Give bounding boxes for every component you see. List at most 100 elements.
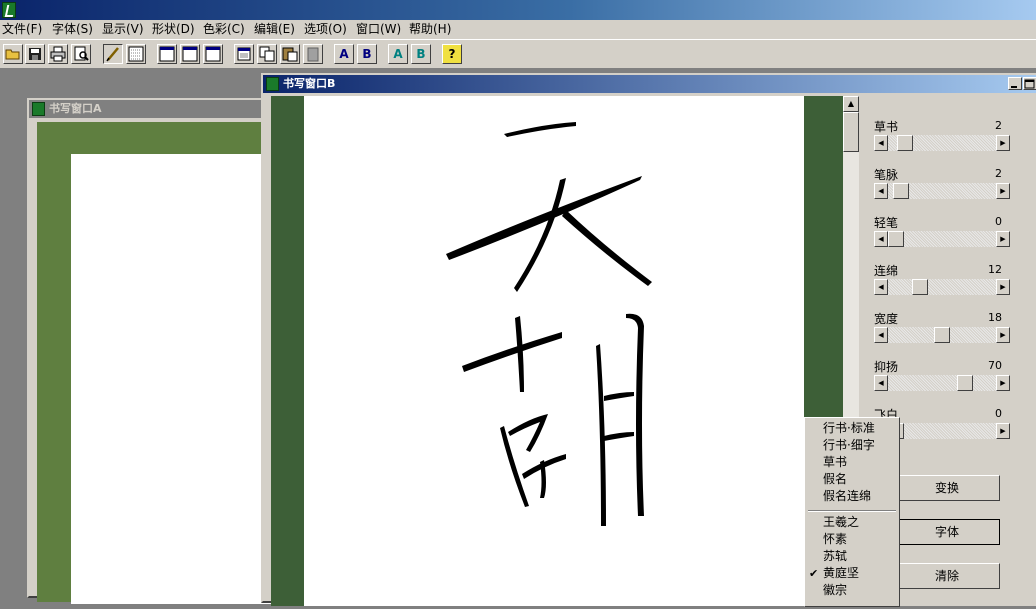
copy-icon	[259, 46, 275, 62]
font-a-button[interactable]: A	[334, 44, 354, 64]
menu-item-su-shi[interactable]: 苏轼	[823, 548, 847, 565]
slider-track[interactable]: ◀▶	[874, 327, 1010, 343]
slider-left-button[interactable]: ◀	[874, 279, 888, 295]
slider-right-button[interactable]: ▶	[996, 423, 1010, 439]
window-3-button[interactable]	[203, 44, 223, 64]
help-icon: ?	[443, 45, 461, 63]
slider-thumb[interactable]	[934, 327, 950, 343]
menu-item-xingshu-standard[interactable]: 行书·标准	[823, 420, 875, 437]
print-button[interactable]	[48, 44, 68, 64]
slider-thumb[interactable]	[888, 231, 904, 247]
delete-icon	[307, 47, 319, 62]
menu-font[interactable]: 字体(S)	[52, 22, 93, 37]
window-1-button[interactable]	[157, 44, 177, 64]
window-2-button[interactable]	[180, 44, 200, 64]
paste-icon	[282, 47, 298, 62]
delete-button[interactable]	[303, 44, 323, 64]
window-3-icon	[205, 46, 221, 62]
menu-view[interactable]: 显示(V)	[102, 22, 144, 37]
slider-right-button[interactable]: ▶	[996, 135, 1010, 151]
menu-window[interactable]: 窗口(W)	[356, 22, 401, 37]
clear-button[interactable]: 清除	[894, 563, 1000, 589]
app-icon[interactable]	[2, 2, 16, 18]
font-b-button[interactable]: B	[357, 44, 377, 64]
slider-value: 0	[995, 215, 1002, 228]
menu-item-huizong[interactable]: 徽宗	[823, 582, 847, 599]
pen-button[interactable]	[103, 44, 123, 64]
slider-track[interactable]: ◀▶	[874, 183, 1010, 199]
slider-value: 18	[988, 311, 1002, 324]
color-a-button[interactable]: A	[388, 44, 408, 64]
menu-item-kana[interactable]: 假名	[823, 471, 847, 488]
slider-left-button[interactable]: ◀	[874, 183, 888, 199]
slider-right-button[interactable]: ▶	[996, 375, 1010, 391]
slider-right-button[interactable]: ▶	[996, 231, 1010, 247]
grid-button[interactable]	[126, 44, 146, 64]
slider-label: 抑扬	[874, 360, 899, 374]
slider-track[interactable]: ◀▶	[874, 279, 1010, 295]
slider-right-button[interactable]: ▶	[996, 183, 1010, 199]
menu-file[interactable]: 文件(F)	[2, 22, 42, 37]
window-b-title-bar[interactable]: 书写窗口B	[263, 75, 1036, 93]
slider-thumb[interactable]	[957, 375, 973, 391]
toolbar: A B A B ?	[0, 39, 1036, 69]
slider-label: 宽度	[874, 312, 899, 326]
menu-item-caoshu[interactable]: 草书	[823, 454, 847, 471]
stroke-chao-9	[604, 392, 634, 401]
menu-help[interactable]: 帮助(H)	[409, 22, 451, 37]
slider-track[interactable]: ◀▶	[874, 375, 1010, 391]
print-icon	[50, 46, 66, 62]
save-button[interactable]	[25, 44, 45, 64]
slider-left-button[interactable]: ◀	[874, 135, 888, 151]
slider-left-button[interactable]: ◀	[874, 327, 888, 343]
window-a-title-bar[interactable]: 书写窗口A	[29, 100, 265, 118]
slider-thumb[interactable]	[912, 279, 928, 295]
maximize-button[interactable]	[1023, 77, 1036, 90]
copy-button[interactable]	[257, 44, 277, 64]
window-b[interactable]: 书写窗口B ▲ 草书 2 ◀ ▶ 笔脉 2 ◀ ▶ 轻笔 0 ◀ ▶ 连绵 12…	[261, 73, 1036, 606]
stroke-chao-7	[596, 344, 606, 526]
menu-item-wang-xizhi[interactable]: 王羲之	[823, 514, 859, 531]
slider-track[interactable]: ◀▶	[874, 231, 1010, 247]
font-a-icon: A	[339, 47, 349, 61]
window-a-paper[interactable]	[71, 154, 271, 604]
menu-item-huang-tingjian[interactable]: 黄庭坚	[823, 565, 859, 582]
transform-button[interactable]: 变换	[894, 475, 1000, 501]
slider-thumb[interactable]	[893, 183, 909, 199]
slider-thumb[interactable]	[897, 135, 913, 151]
paste-button[interactable]	[280, 44, 300, 64]
menu-bar: 文件(F) 字体(S) 显示(V) 形状(D) 色彩(C) 编辑(E) 选项(O…	[0, 20, 1036, 39]
stroke-chao-10	[604, 432, 634, 441]
window-b-paper[interactable]	[304, 96, 804, 606]
menu-item-kana-cursive[interactable]: 假名连绵	[823, 488, 871, 505]
font-button[interactable]: 字体	[894, 519, 1000, 545]
menu-item-huaisu[interactable]: 怀素	[823, 531, 847, 548]
print-preview-button[interactable]	[71, 44, 91, 64]
scroll-up-button[interactable]: ▲	[843, 96, 859, 112]
slider-left-button[interactable]: ◀	[874, 231, 888, 247]
scroll-thumb[interactable]	[843, 112, 859, 152]
color-b-button[interactable]: B	[411, 44, 431, 64]
window-1-icon	[159, 46, 175, 62]
menu-color[interactable]: 色彩(C)	[203, 22, 245, 37]
window-a[interactable]: 书写窗口A	[27, 98, 271, 604]
menu-edit[interactable]: 编辑(E)	[254, 22, 295, 37]
menu-options[interactable]: 选项(O)	[304, 22, 347, 37]
menu-shape[interactable]: 形状(D)	[152, 22, 195, 37]
font-b-icon: B	[362, 47, 372, 61]
slider-label: 笔脉	[874, 168, 899, 182]
stroke-tian-3	[514, 178, 566, 292]
help-button[interactable]: ?	[442, 44, 462, 64]
window-a-title: 书写窗口A	[49, 102, 102, 115]
slider-track[interactable]: ◀▶	[874, 135, 1010, 151]
minimize-button[interactable]	[1008, 77, 1022, 90]
font-style-context-menu: 行书·标准 行书·细字 草书 假名 假名连绵 王羲之 怀素 苏轼 ✔ 黄庭坚 徽…	[804, 417, 900, 607]
slider-label: 草书	[874, 120, 899, 134]
menu-item-xingshu-fine[interactable]: 行书·细字	[823, 437, 875, 454]
slider-left-button[interactable]: ◀	[874, 375, 888, 391]
slider-right-button[interactable]: ▶	[996, 279, 1010, 295]
cut-button[interactable]	[234, 44, 254, 64]
slider-right-button[interactable]: ▶	[996, 327, 1010, 343]
window-a-icon	[32, 102, 45, 116]
open-button[interactable]	[3, 44, 23, 64]
